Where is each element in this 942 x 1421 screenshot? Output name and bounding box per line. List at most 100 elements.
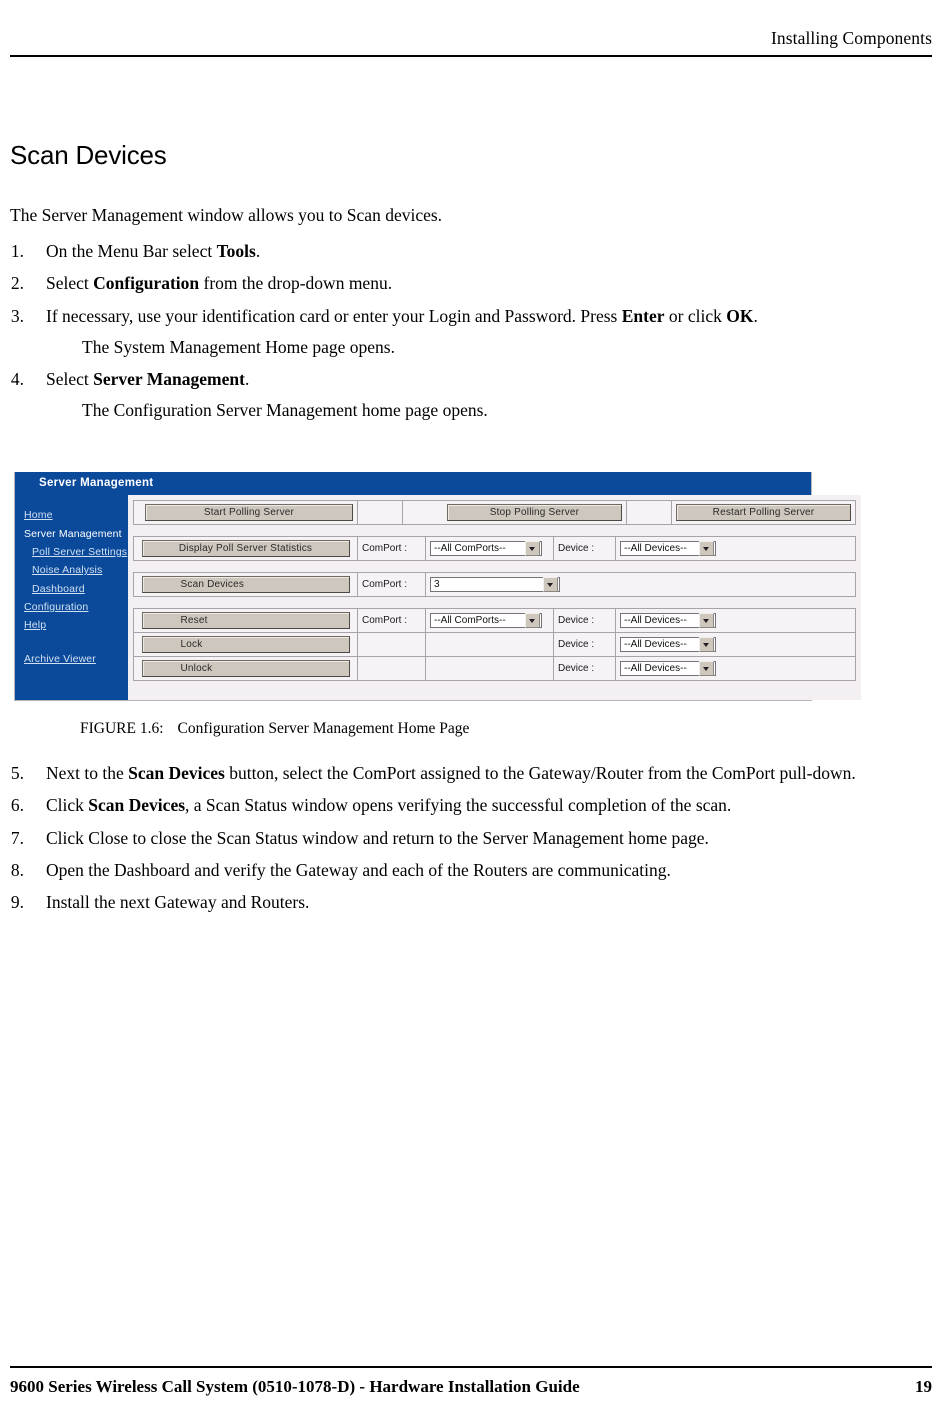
step-number: 2. xyxy=(10,273,24,294)
unlock-device-select[interactable]: --All Devices-- xyxy=(620,661,716,676)
device-select-value: --All Devices-- xyxy=(624,543,687,554)
display-statistics-row: Display Poll Server Statistics ComPort :… xyxy=(134,537,855,560)
step-text: Next to the Scan Devices button, select … xyxy=(46,763,856,783)
group-spacer-3 xyxy=(133,597,856,608)
sidebar-item-archive-viewer[interactable]: Archive Viewer xyxy=(15,650,128,668)
sidebar-item-poll-server-settings[interactable]: Poll Server Settings xyxy=(15,543,128,561)
comport-select-value: --All ComPorts-- xyxy=(434,543,506,554)
unlock-device-select-value: --All Devices-- xyxy=(624,663,687,674)
procedure-steps-lower: 5. Next to the Scan Devices button, selec… xyxy=(10,762,890,923)
comport-label: ComPort : xyxy=(362,615,408,626)
step-text: Open the Dashboard and verify the Gatewa… xyxy=(46,859,671,880)
scan-comport-select[interactable]: 3 xyxy=(430,577,560,592)
figure-caption-text: Configuration Server Management Home Pag… xyxy=(177,720,470,737)
display-poll-server-statistics-button[interactable]: Display Poll Server Statistics xyxy=(141,540,350,557)
start-polling-cell: Start Polling Server xyxy=(134,501,358,524)
reset-device-select-cell: --All Devices-- xyxy=(616,609,855,632)
step-text: Select Server Management. xyxy=(46,369,250,389)
reset-device-select[interactable]: --All Devices-- xyxy=(620,613,716,628)
running-head: Installing Components xyxy=(770,28,932,48)
toolbar-spacer-1 xyxy=(358,501,403,524)
sidebar-item-home[interactable]: Home xyxy=(15,506,128,524)
group-spacer-2 xyxy=(133,561,856,572)
display-statistics-button-cell: Display Poll Server Statistics xyxy=(134,537,358,560)
chevron-down-icon xyxy=(543,577,558,592)
step-text: Click Close to close the Scan Status win… xyxy=(46,827,709,848)
footer-rule xyxy=(10,1366,932,1368)
reset-button[interactable]: Reset xyxy=(141,612,350,629)
lock-device-select-value: --All Devices-- xyxy=(624,639,687,650)
lock-device-label-cell: Device : xyxy=(554,633,616,656)
step-text: Install the next Gateway and Routers. xyxy=(46,892,310,912)
sidebar-item-dashboard[interactable]: Dashboard xyxy=(15,580,128,598)
procedure-step: 4. Select Server Management. xyxy=(10,368,890,391)
device-select[interactable]: --All Devices-- xyxy=(620,541,716,556)
scan-comport-select-value: 3 xyxy=(434,579,440,590)
unlock-comport-label-cell xyxy=(358,657,426,680)
chevron-down-icon xyxy=(525,541,540,556)
scan-devices-group: Scan Devices ComPort : 3 xyxy=(133,572,856,597)
comport-label: ComPort : xyxy=(362,543,408,554)
comport-select[interactable]: --All ComPorts-- xyxy=(430,541,542,556)
step-number: 6. xyxy=(10,795,24,816)
footer-text: 9600 Series Wireless Call System (0510-1… xyxy=(10,1377,580,1396)
sidebar-item-help[interactable]: Help xyxy=(15,616,128,634)
device-label: Device : xyxy=(558,663,595,674)
restart-polling-server-button[interactable]: Restart Polling Server xyxy=(676,504,851,521)
device-label: Device : xyxy=(558,543,595,554)
device-actions-group: Reset ComPort : --All ComPorts-- Device … xyxy=(133,608,856,681)
reset-device-label-cell: Device : xyxy=(554,609,616,632)
scan-devices-button[interactable]: Scan Devices xyxy=(141,576,350,593)
stop-polling-server-button[interactable]: Stop Polling Server xyxy=(447,504,622,521)
unlock-device-select-cell: --All Devices-- xyxy=(616,657,855,680)
lock-comport-select-cell xyxy=(426,633,554,656)
unlock-comport-select-cell xyxy=(426,657,554,680)
procedure-step: 5. Next to the Scan Devices button, selec… xyxy=(10,762,890,785)
chevron-down-icon xyxy=(699,541,714,556)
chevron-down-icon xyxy=(699,661,714,676)
comport-label: ComPort : xyxy=(362,579,408,590)
step-number: 7. xyxy=(10,827,24,848)
step-number: 9. xyxy=(10,892,24,912)
toolbar-row: Start Polling Server Stop Polling Server… xyxy=(134,501,855,524)
toolbar-spacer-2 xyxy=(627,501,672,524)
figure-screenshot: Server Management Home Server Management P… xyxy=(14,472,861,701)
window-titlebar: Server Management xyxy=(15,472,811,495)
sidebar-item-configuration[interactable]: Configuration xyxy=(15,598,128,616)
step-text: If necessary, use your identification ca… xyxy=(46,305,758,326)
page-header: Installing Components xyxy=(10,28,932,57)
page-footer: 9600 Series Wireless Call System (0510-1… xyxy=(10,1366,932,1397)
step-number: 4. xyxy=(10,369,24,389)
scan-devices-button-cell: Scan Devices xyxy=(134,573,358,596)
group-spacer-4 xyxy=(133,681,856,692)
unlock-button[interactable]: Unlock xyxy=(141,660,350,677)
reset-button-cell: Reset xyxy=(134,609,358,632)
step-text: Click Scan Devices, a Scan Status window… xyxy=(46,795,732,816)
lock-device-select-cell: --All Devices-- xyxy=(616,633,855,656)
figure-caption: FIGURE 1.6: Configuration Server Manageme… xyxy=(80,720,469,738)
procedure-step: 8. Open the Dashboard and verify the Gate… xyxy=(10,859,890,882)
reset-comport-label-cell: ComPort : xyxy=(358,609,426,632)
lock-button-cell: Lock xyxy=(134,633,358,656)
app-main-content: Start Polling Server Stop Polling Server… xyxy=(128,495,861,700)
lock-device-select[interactable]: --All Devices-- xyxy=(620,637,716,652)
statistics-comport-select-cell: --All ComPorts-- xyxy=(426,537,554,560)
reset-comport-select-cell: --All ComPorts-- xyxy=(426,609,554,632)
scan-comport-select-cell: 3 xyxy=(426,573,855,596)
sidebar-item-noise-analysis[interactable]: Noise Analysis xyxy=(15,561,128,579)
intro-paragraph: The Server Management window allows you … xyxy=(10,205,443,225)
start-polling-server-button[interactable]: Start Polling Server xyxy=(145,504,353,521)
reset-device-select-value: --All Devices-- xyxy=(624,615,687,626)
lock-button[interactable]: Lock xyxy=(141,636,350,653)
window-body: Home Server Management Poll Server Setting… xyxy=(15,495,861,700)
device-label: Device : xyxy=(558,639,595,650)
statistics-device-label-cell: Device : xyxy=(554,537,616,560)
group-spacer-1 xyxy=(133,525,856,536)
step-number: 3. xyxy=(10,305,24,326)
procedure-step: 1. On the Menu Bar select Tools. xyxy=(10,240,890,263)
reset-comport-select[interactable]: --All ComPorts-- xyxy=(430,613,542,628)
step-number: 1. xyxy=(10,241,24,261)
server-management-window: Server Management Home Server Management P… xyxy=(14,472,861,701)
step-result-text: The Configuration Server Management home… xyxy=(82,400,488,421)
